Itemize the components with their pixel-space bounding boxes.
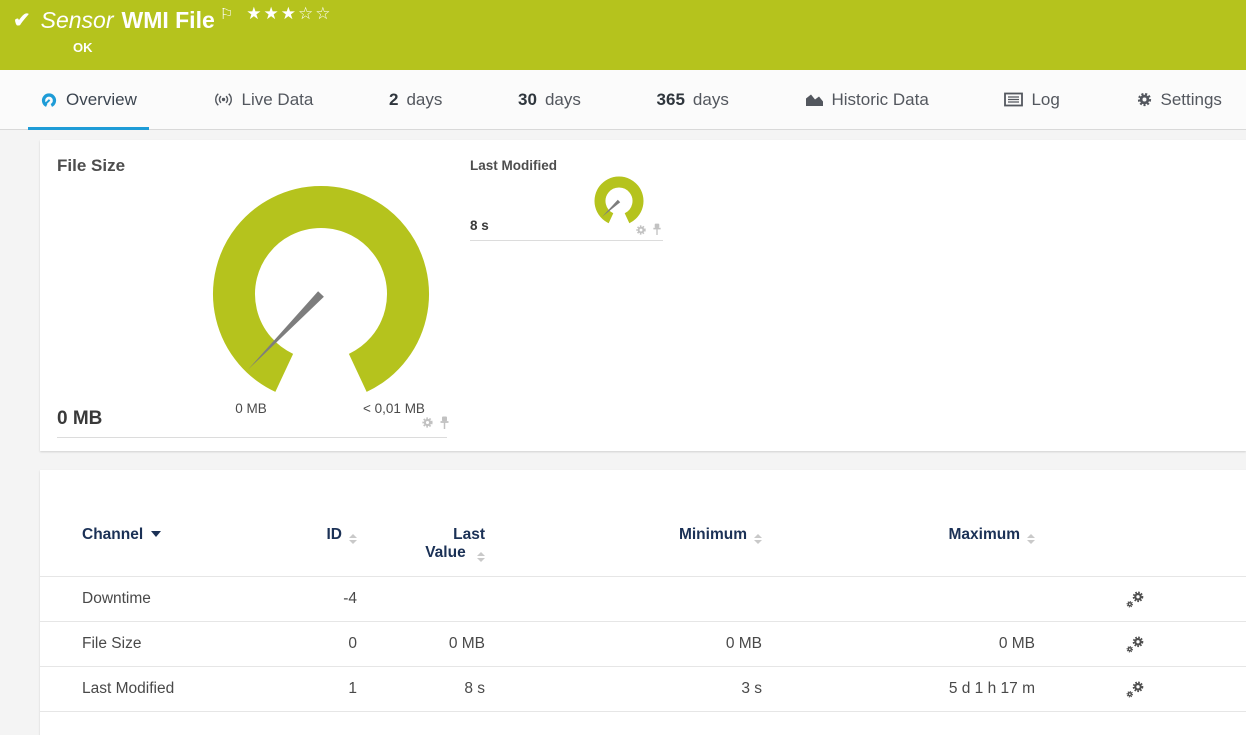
sort-icon	[1027, 534, 1035, 544]
sort-icon	[349, 534, 357, 544]
tile-divider	[470, 240, 663, 241]
tab-label: days	[544, 89, 581, 109]
channel-minimum: 3 s	[741, 680, 762, 697]
tab-365-days[interactable]: 365 days	[645, 70, 741, 129]
tab-settings[interactable]: Settings	[1124, 70, 1234, 129]
channel-name: File Size	[82, 635, 142, 652]
channel-settings-gears-icon[interactable]	[1035, 680, 1146, 699]
gauge-scale-max: < 0,01 MB	[363, 401, 425, 416]
tab-label: Overview	[66, 89, 137, 109]
sensor-title-row: ✔ Sensor WMI File ⚐ ★★★☆☆	[0, 0, 1246, 34]
tab-bar: Overview Live Data 2 days 30 days 365 da…	[0, 70, 1246, 130]
log-icon	[1004, 92, 1024, 107]
gauge-settings-gear-icon[interactable]	[421, 416, 434, 434]
table-row[interactable]: File Size 0 0 MB 0 MB 0 MB	[40, 622, 1246, 667]
file-size-gauge	[213, 186, 429, 392]
pin-icon[interactable]	[652, 223, 662, 241]
tab-label: Settings	[1160, 89, 1222, 109]
sensor-name: WMI File	[121, 7, 215, 33]
area-chart-icon	[805, 92, 824, 107]
gauge-title-file-size: File Size	[57, 156, 126, 175]
tab-label: days	[406, 89, 443, 109]
tab-2-days[interactable]: 2 days	[377, 70, 454, 129]
gauge-title-last-modified: Last Modified	[470, 158, 557, 173]
stars-empty: ☆☆	[297, 4, 333, 23]
flag-icon[interactable]: ⚐	[220, 5, 233, 23]
channel-id: -4	[343, 590, 357, 607]
tab-live-data[interactable]: Live Data	[201, 70, 326, 129]
channels-table: Channel ID Last Value Minimum Maximum Do…	[40, 470, 1246, 735]
column-header-maximum[interactable]: Maximum	[762, 526, 1035, 544]
gauge-settings-gear-icon[interactable]	[635, 223, 647, 241]
live-icon	[213, 92, 234, 107]
channel-maximum: 5 d 1 h 17 m	[948, 680, 1035, 697]
pin-icon[interactable]	[439, 416, 450, 435]
sort-desc-icon	[151, 531, 162, 537]
priority-stars[interactable]: ★★★☆☆	[246, 4, 332, 24]
status-badge: OK	[73, 40, 93, 55]
column-header-id[interactable]: ID	[302, 526, 357, 544]
stars-filled: ★★★	[246, 4, 298, 23]
channel-name: Downtime	[82, 590, 151, 607]
table-header-row: Channel ID Last Value Minimum Maximum	[40, 470, 1246, 577]
sensor-kind-label: Sensor	[40, 7, 114, 33]
gauges-panel: File Size 0 MB < 0,01 MB 0 MB Last Modif…	[40, 140, 1246, 451]
tab-historic-data[interactable]: Historic Data	[793, 70, 941, 129]
tab-overview[interactable]: Overview	[28, 70, 149, 130]
column-header-channel[interactable]: Channel	[82, 526, 302, 544]
check-icon: ✔	[13, 9, 31, 32]
tile-divider	[57, 437, 447, 438]
channel-settings-gears-icon[interactable]	[1035, 635, 1146, 654]
tab-number: 2	[389, 89, 399, 109]
sort-icon	[477, 552, 485, 562]
sensor-header: ✔ Sensor WMI File ⚐ ★★★☆☆ OK	[0, 0, 1246, 70]
file-size-value: 0 MB	[57, 408, 103, 429]
column-header-last-value[interactable]: Last Value	[357, 526, 485, 562]
table-row[interactable]: Downtime -4	[40, 577, 1246, 622]
channel-maximum: 0 MB	[998, 635, 1035, 652]
last-modified-value: 8 s	[470, 218, 489, 233]
tab-number: 30	[518, 89, 537, 109]
column-header-minimum[interactable]: Minimum	[485, 526, 762, 544]
channel-id: 1	[348, 680, 357, 697]
sort-icon	[754, 534, 762, 544]
tab-label: days	[692, 89, 729, 109]
channel-settings-gears-icon[interactable]	[1035, 590, 1146, 609]
overview-content: File Size 0 MB < 0,01 MB 0 MB Last Modif…	[0, 130, 1246, 735]
tab-30-days[interactable]: 30 days	[506, 70, 593, 129]
tab-label: Log	[1031, 89, 1060, 109]
channel-last-value: 0 MB	[448, 635, 485, 652]
channel-last-value: 8 s	[464, 680, 485, 697]
tab-label: Live Data	[241, 89, 314, 109]
channel-name: Last Modified	[82, 680, 175, 697]
table-row[interactable]: Last Modified 1 8 s 3 s 5 d 1 h 17 m	[40, 667, 1246, 712]
channel-id: 0	[348, 635, 357, 652]
tab-log[interactable]: Log	[992, 70, 1071, 129]
gauge-scale-min: 0 MB	[235, 401, 267, 416]
tab-label: Historic Data	[831, 89, 929, 109]
gear-icon	[1136, 91, 1153, 108]
channel-minimum: 0 MB	[725, 635, 762, 652]
tab-number: 365	[656, 89, 685, 109]
gauge-icon	[40, 91, 58, 109]
